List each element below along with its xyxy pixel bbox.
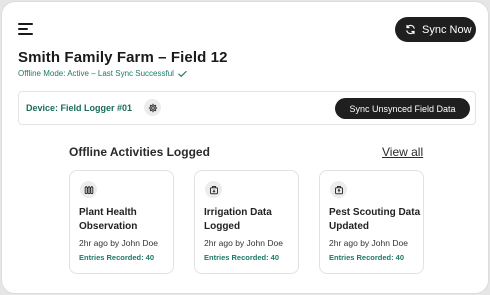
device-settings-button[interactable]: [144, 99, 161, 116]
card-entries: Entries Recorded: 40: [79, 253, 155, 262]
card-entries: Entries Recorded: 40: [329, 253, 405, 262]
sync-now-button[interactable]: Sync Now: [395, 17, 476, 42]
card-entries: Entries Recorded: 40: [204, 253, 280, 262]
sync-now-label: Sync Now: [422, 23, 472, 36]
activity-card-plant-health[interactable]: Plant Health Observation 2hr ago by John…: [69, 170, 174, 274]
card-title: Pest Scouting Data Updated: [329, 207, 421, 232]
page-title: Smith Family Farm – Field 12: [18, 49, 228, 66]
plant-health-icon: [80, 181, 97, 198]
card-title: Irrigation Data Logged: [204, 207, 272, 232]
activity-card-pest-scouting[interactable]: Pest Scouting Data Updated 2hr ago by Jo…: [319, 170, 424, 274]
card-meta: 2hr ago by John Doe: [79, 238, 158, 248]
device-label: Device: Field Logger #01: [26, 103, 133, 113]
offline-status-text: Offline Mode: Active – Last Sync Success…: [18, 69, 174, 78]
irrigation-icon: [205, 181, 222, 198]
pest-scouting-icon: [330, 181, 347, 198]
sync-unsynced-button[interactable]: Sync Unsynced Field Data: [335, 98, 470, 119]
card-title: Plant Health Observation: [79, 207, 138, 232]
check-icon: [178, 70, 187, 77]
offline-status: Offline Mode: Active – Last Sync Success…: [18, 69, 187, 78]
device-bar: Device: Field Logger #01 Sync Unsynced F…: [18, 91, 476, 125]
section-title: Offline Activities Logged: [69, 145, 210, 159]
card-meta: 2hr ago by John Doe: [204, 238, 283, 248]
gear-icon: [148, 103, 157, 112]
view-all-link[interactable]: View all: [382, 145, 423, 159]
hamburger-menu-icon[interactable]: [18, 23, 34, 35]
app-window: Sync Now Smith Family Farm – Field 12 Of…: [1, 1, 489, 294]
sync-refresh-icon: [406, 24, 415, 35]
card-meta: 2hr ago by John Doe: [329, 238, 408, 248]
activity-card-irrigation[interactable]: Irrigation Data Logged 2hr ago by John D…: [194, 170, 299, 274]
